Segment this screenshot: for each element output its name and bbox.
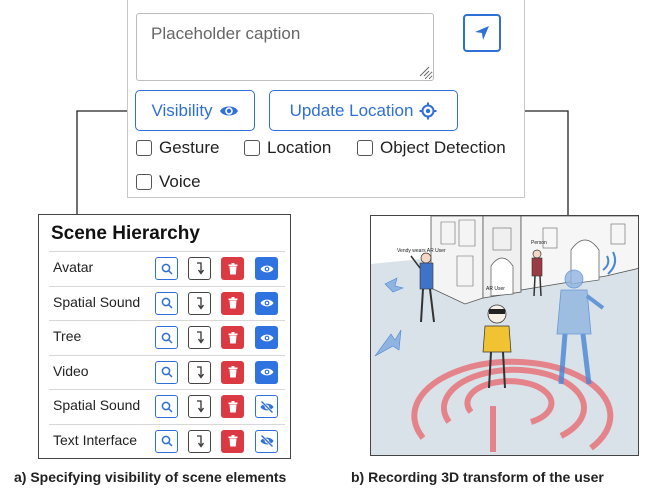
search-icon: [161, 435, 173, 447]
hierarchy-row[interactable]: Video: [49, 354, 285, 389]
scene-hierarchy-panel: Scene Hierarchy Avatar Spatial Sound Tree V…: [38, 214, 291, 459]
trash-icon: [228, 435, 237, 447]
visibility-toggle-button[interactable]: [255, 429, 278, 453]
trash-icon: [228, 400, 237, 412]
delete-button[interactable]: [221, 360, 244, 384]
control-panel: Visibility Update Location Gesture Locat…: [127, 0, 525, 198]
hierarchy-item-name: Avatar: [53, 259, 94, 275]
hierarchy-row[interactable]: Spatial Sound: [49, 389, 285, 423]
visibility-button[interactable]: Visibility: [135, 90, 255, 131]
delete-button[interactable]: [221, 429, 244, 453]
delete-button[interactable]: [221, 257, 244, 280]
focus-search-button[interactable]: [155, 360, 178, 384]
scene-hierarchy-title: Scene Hierarchy: [51, 223, 200, 244]
focus-search-button[interactable]: [155, 326, 178, 349]
eye-icon: [219, 106, 238, 115]
arrow-turn-down-icon: [196, 400, 204, 413]
search-icon: [161, 401, 173, 413]
caption-a: a) Specifying visibility of scene elemen…: [14, 469, 287, 485]
focus-search-button[interactable]: [155, 291, 178, 315]
navigation-arrow-icon: [475, 26, 489, 40]
trash-icon: [228, 331, 237, 343]
eye-slash-icon: [260, 400, 273, 413]
vendor-label: Vendy wears AR User: [397, 248, 446, 254]
move-down-button[interactable]: [188, 257, 211, 280]
move-down-button[interactable]: [188, 395, 211, 418]
focus-search-button[interactable]: [155, 257, 178, 280]
eye-icon: [260, 265, 273, 272]
delete-button[interactable]: [221, 395, 244, 418]
visibility-toggle-button[interactable]: [255, 257, 278, 280]
trash-icon: [228, 366, 237, 378]
arrow-turn-down-icon: [196, 331, 204, 344]
object-detection-checkbox[interactable]: Object Detection: [357, 138, 506, 158]
location-checkbox[interactable]: Location: [244, 138, 331, 158]
move-down-button[interactable]: [188, 429, 211, 453]
arrow-turn-down-icon: [196, 434, 204, 448]
arrow-turn-down-icon: [196, 262, 204, 275]
hierarchy-row[interactable]: Text Interface: [49, 423, 285, 458]
eye-slash-icon: [260, 435, 273, 447]
checkbox-box[interactable]: [244, 140, 260, 156]
focus-search-button[interactable]: [155, 429, 178, 453]
hierarchy-row[interactable]: Tree: [49, 320, 285, 354]
move-down-button[interactable]: [188, 326, 211, 349]
checkbox-box[interactable]: [357, 140, 373, 156]
caption-b: b) Recording 3D transform of the user: [351, 469, 604, 485]
move-down-button[interactable]: [188, 360, 211, 384]
trash-icon: [228, 262, 237, 274]
resize-grip-icon[interactable]: [419, 66, 430, 77]
hierarchy-item-name: Video: [53, 362, 89, 379]
visibility-toggle-button[interactable]: [255, 395, 278, 418]
arrow-turn-down-icon: [196, 365, 204, 379]
visibility-toggle-button[interactable]: [255, 360, 278, 384]
voice-checkbox[interactable]: Voice: [136, 172, 201, 192]
crosshair-icon: [419, 102, 437, 119]
delete-button[interactable]: [221, 291, 244, 315]
arrow-turn-down-icon: [196, 296, 204, 310]
ar-user-label: AR User: [486, 286, 505, 292]
eye-icon: [260, 299, 273, 307]
person-label: Person: [531, 240, 547, 246]
caption-input[interactable]: [136, 13, 434, 81]
hierarchy-row[interactable]: Spatial Sound: [49, 285, 285, 320]
hierarchy-item-name: Tree: [53, 328, 82, 344]
eye-icon: [260, 368, 273, 376]
trash-icon: [228, 297, 237, 309]
update-location-button[interactable]: Update Location: [269, 90, 458, 131]
update-location-label: Update Location: [289, 100, 414, 120]
move-down-button[interactable]: [188, 291, 211, 315]
hierarchy-item-name: Spatial Sound: [53, 293, 141, 310]
hierarchy-item-name: Spatial Sound: [53, 397, 141, 413]
visibility-toggle-button[interactable]: [255, 326, 278, 349]
ar-scene-illustration: Vendy wears AR User AR User Person: [370, 215, 639, 456]
search-icon: [161, 332, 173, 344]
hierarchy-row[interactable]: Avatar: [49, 251, 285, 285]
hierarchy-item-name: Text Interface: [53, 431, 138, 448]
delete-button[interactable]: [221, 326, 244, 349]
send-location-button[interactable]: [463, 14, 501, 52]
search-icon: [161, 297, 173, 309]
gesture-checkbox[interactable]: Gesture: [136, 138, 219, 158]
eye-icon: [260, 334, 273, 341]
visibility-toggle-button[interactable]: [255, 291, 278, 315]
checkbox-box[interactable]: [136, 174, 152, 190]
focus-search-button[interactable]: [155, 395, 178, 418]
visibility-label: Visibility: [151, 100, 213, 120]
checkbox-box[interactable]: [136, 140, 152, 156]
search-icon: [161, 366, 173, 378]
search-icon: [161, 263, 173, 275]
